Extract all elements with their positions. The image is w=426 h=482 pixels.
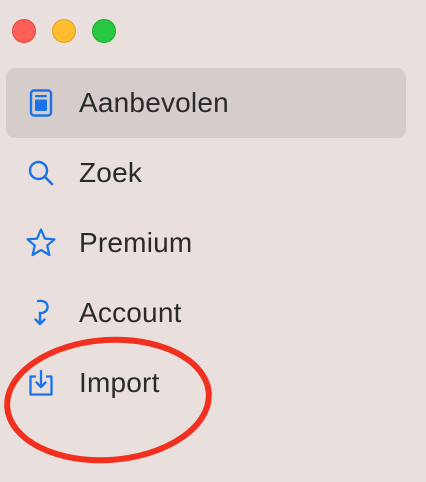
featured-icon xyxy=(24,86,58,120)
sidebar-item-label: Account xyxy=(79,297,182,328)
sidebar-item-label: Import xyxy=(79,367,160,398)
sidebar-item-premium[interactable]: Premium xyxy=(6,208,406,278)
sidebar-item-label: Aanbevolen xyxy=(79,87,229,118)
star-icon xyxy=(24,226,58,260)
import-icon xyxy=(24,366,58,400)
account-icon xyxy=(24,296,58,330)
sidebar-item-aanbevolen[interactable]: Aanbevolen xyxy=(6,68,406,138)
sidebar: Aanbevolen Zoek Premium Account Import xyxy=(6,68,406,418)
zoom-window-button[interactable] xyxy=(92,19,116,43)
sidebar-item-zoek[interactable]: Zoek xyxy=(6,138,406,208)
search-icon xyxy=(24,156,58,190)
sidebar-item-account[interactable]: Account xyxy=(6,278,406,348)
minimize-window-button[interactable] xyxy=(52,19,76,43)
sidebar-item-label: Zoek xyxy=(79,157,143,188)
sidebar-item-label: Premium xyxy=(79,227,193,258)
close-window-button[interactable] xyxy=(12,19,36,43)
sidebar-item-import[interactable]: Import xyxy=(6,348,406,418)
